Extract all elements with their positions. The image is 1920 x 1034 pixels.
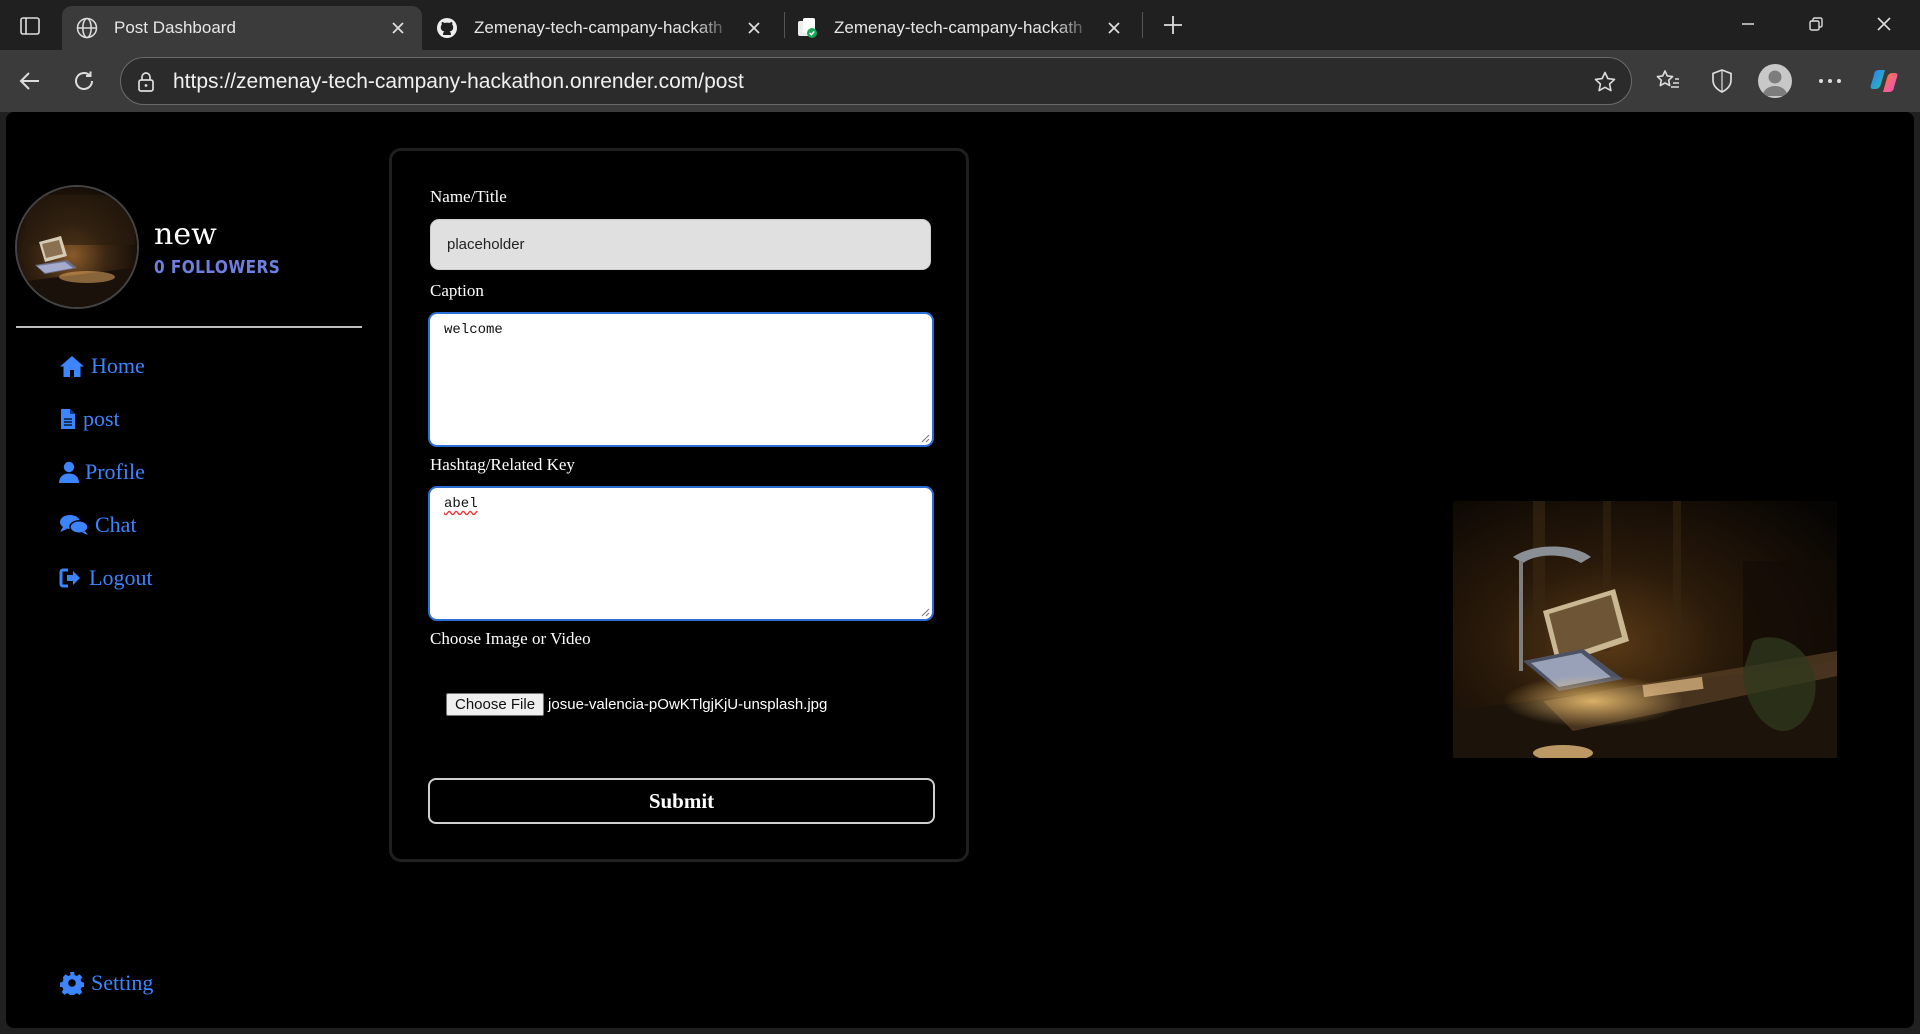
hashtag-text: abel xyxy=(444,496,478,512)
sidebar-item-post[interactable]: post xyxy=(59,406,120,432)
browser-tab-github[interactable]: Zemenay-tech-campany-hackath xyxy=(422,6,778,50)
close-tab-icon[interactable] xyxy=(386,16,410,40)
reload-button[interactable] xyxy=(64,62,104,100)
profile-avatar-button[interactable] xyxy=(1758,64,1792,98)
render-icon xyxy=(794,15,820,41)
user-avatar-icon xyxy=(1762,70,1788,96)
logout-icon xyxy=(59,565,83,591)
back-button[interactable] xyxy=(10,62,50,100)
home-icon xyxy=(59,353,85,379)
sidebar-item-profile[interactable]: Profile xyxy=(59,459,145,485)
resize-grip-icon[interactable] xyxy=(920,433,930,443)
browser-tab-render[interactable]: Zemenay-tech-campany-hackath xyxy=(782,6,1138,50)
caption-label: Caption xyxy=(430,281,484,300)
title-label: Name/Title xyxy=(430,187,507,206)
close-tab-icon[interactable] xyxy=(1102,16,1126,40)
submit-button[interactable]: Submit xyxy=(428,778,935,824)
new-tab-button[interactable] xyxy=(1156,8,1190,42)
hashtag-label: Hashtag/Related Key xyxy=(430,455,575,474)
chat-icon xyxy=(59,512,89,538)
favorites-button[interactable] xyxy=(1648,62,1688,100)
lock-icon[interactable] xyxy=(133,69,159,95)
favorite-star-icon[interactable] xyxy=(1591,68,1619,96)
resize-grip-icon[interactable] xyxy=(920,607,930,617)
close-tab-icon[interactable] xyxy=(742,16,766,40)
followers-count: 0 FOLLOWERS xyxy=(154,257,281,278)
sidebar-item-label: Home xyxy=(91,353,145,378)
copilot-button[interactable] xyxy=(1864,62,1904,100)
file-name: josue-valencia-pOwKTlgjKjU-unsplash.jpg xyxy=(548,696,828,713)
caption-text: welcome xyxy=(444,322,503,338)
minimize-icon xyxy=(1742,23,1754,25)
file-icon xyxy=(59,406,77,432)
sidebar-item-label: post xyxy=(83,406,120,431)
sidebar-item-setting[interactable]: Setting xyxy=(59,970,153,996)
more-dots-icon xyxy=(1819,79,1841,83)
minimize-button[interactable] xyxy=(1726,6,1770,42)
browser-tab-strip: Post Dashboard Zemenay-tech-campany-hack… xyxy=(0,0,1920,50)
restore-icon xyxy=(1809,17,1823,31)
sidebar-item-label: Chat xyxy=(95,512,137,537)
close-window-button[interactable] xyxy=(1862,6,1906,42)
sidebar-item-label: Profile xyxy=(85,459,145,484)
sidebar-item-label: Setting xyxy=(91,970,154,995)
profile-avatar[interactable] xyxy=(15,185,139,309)
user-icon xyxy=(59,459,79,485)
media-preview-image xyxy=(1453,501,1837,758)
favorites-list-icon xyxy=(1656,70,1679,88)
gear-icon xyxy=(59,970,85,996)
sidebar-item-home[interactable]: Home xyxy=(59,353,145,379)
copilot-icon xyxy=(1870,70,1898,92)
sidebar-item-logout[interactable]: Logout xyxy=(59,565,153,591)
tab-separator xyxy=(1142,12,1143,38)
address-bar[interactable]: https://zemenay-tech-campany-hackathon.o… xyxy=(120,57,1632,105)
profile-name: new xyxy=(154,217,217,252)
settings-and-more-button[interactable] xyxy=(1810,62,1850,100)
tab-actions-button[interactable] xyxy=(14,10,46,42)
reload-icon xyxy=(75,71,93,90)
plus-icon xyxy=(1164,16,1182,34)
tab-title: Zemenay-tech-campany-hackath xyxy=(474,18,723,37)
sidebar-item-label: Logout xyxy=(89,565,153,590)
arrow-left-icon xyxy=(19,72,39,90)
caption-textarea[interactable]: welcome xyxy=(428,312,934,447)
url-text[interactable]: https://zemenay-tech-campany-hackathon.o… xyxy=(173,70,744,94)
globe-icon xyxy=(74,15,100,41)
github-icon xyxy=(434,15,460,41)
restore-button[interactable] xyxy=(1794,6,1838,42)
sidebar-item-chat[interactable]: Chat xyxy=(59,512,137,538)
file-input[interactable]: Choose File josue-valencia-pOwKTlgjKjU-u… xyxy=(446,693,827,716)
title-input[interactable]: placeholder xyxy=(430,219,931,270)
sidebar-divider xyxy=(16,326,362,328)
tab-title: Post Dashboard xyxy=(114,18,236,37)
hashtag-textarea[interactable]: abel xyxy=(428,486,934,621)
shield-icon xyxy=(1712,69,1732,93)
choose-file-button[interactable]: Choose File xyxy=(446,693,545,716)
tab-actions-icon xyxy=(20,17,40,35)
file-label: Choose Image or Video xyxy=(430,629,591,648)
browser-essentials-button[interactable] xyxy=(1702,62,1742,100)
browser-tab-post-dashboard[interactable]: Post Dashboard xyxy=(62,6,422,50)
browser-toolbar: https://zemenay-tech-campany-hackathon.o… xyxy=(0,50,1920,112)
post-dashboard-page: new 0 FOLLOWERS Home post Profile Chat L… xyxy=(6,112,1914,1028)
close-icon xyxy=(1877,17,1891,31)
tab-title: Zemenay-tech-campany-hackath xyxy=(834,18,1083,37)
